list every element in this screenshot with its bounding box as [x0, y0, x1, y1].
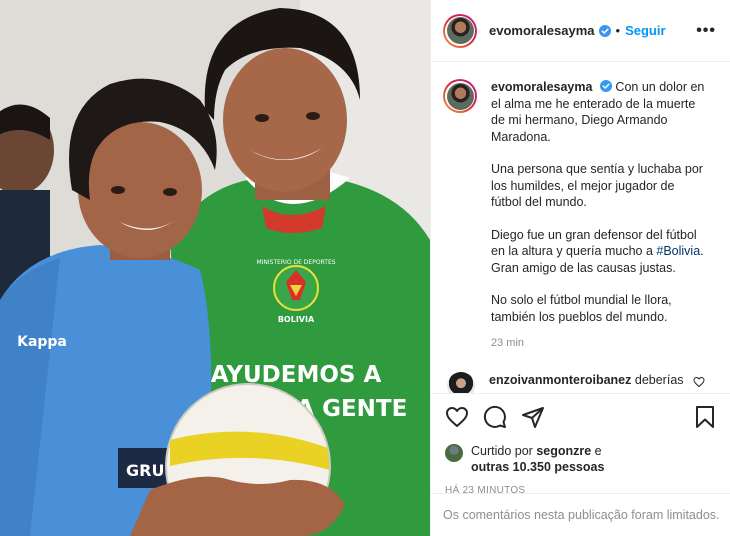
hashtag-link[interactable]: #Bolivia [656, 244, 700, 258]
likes-prefix: Curtido por [471, 444, 537, 458]
caption-paragraph-3: Diego fue un gran defensor del fútbol en… [491, 227, 704, 275]
caption-author-avatar[interactable] [443, 79, 477, 113]
kappa-logo-text: Kappa [17, 334, 67, 350]
caption-username[interactable]: evomoralesayma [491, 80, 592, 94]
caption-text: evomoralesayma Con un dolor en el alma m… [491, 79, 705, 352]
commenter-username[interactable]: enzoivanmonteroibanez [489, 373, 631, 387]
comment-icon[interactable] [483, 405, 507, 429]
share-icon[interactable] [521, 405, 545, 429]
commenter-avatar[interactable] [447, 371, 475, 393]
likes-summary[interactable]: Curtido por segonzre e outras 10.350 pes… [445, 443, 716, 475]
header-separator: • [615, 23, 621, 38]
sleeve-sponsor-text: GRU [126, 461, 164, 480]
bookmark-icon[interactable] [694, 405, 716, 429]
crest-label: BOLIVIA [278, 315, 315, 324]
photo-illustration: BOLIVIA MINISTERIO DE DEPORTES AYUDEMOS … [0, 0, 430, 536]
post-header: evomoralesayma • Seguir ••• [431, 0, 730, 62]
caption-paragraph-2: Una persona que sentía y luchaba por los… [491, 162, 703, 209]
post-photo[interactable]: BOLIVIA MINISTERIO DE DEPORTES AYUDEMOS … [0, 0, 430, 536]
likes-middle: e [591, 444, 602, 458]
comment-text: deberías [634, 372, 684, 387]
crest-top-label: MINISTERIO DE DEPORTES [256, 259, 335, 266]
caption: evomoralesayma Con un dolor en el alma m… [443, 79, 714, 352]
verified-badge-icon [598, 24, 611, 37]
author-avatar[interactable] [443, 13, 477, 48]
more-options-icon[interactable]: ••• [696, 22, 716, 40]
liker-avatar[interactable] [445, 444, 463, 462]
comments-limited-notice: Os comentários nesta publicação foram li… [431, 493, 730, 536]
comments-section[interactable]: evomoralesayma Con un dolor en el alma m… [431, 63, 730, 393]
liker-username[interactable]: segonzre [536, 444, 591, 458]
caption-time: 23 min [491, 337, 525, 349]
post-sidebar: evomoralesayma • Seguir ••• evomoralesay… [430, 0, 730, 536]
likes-others[interactable]: outras 10.350 pessoas [471, 460, 604, 474]
verified-badge-icon [599, 80, 612, 92]
follow-button[interactable]: Seguir [625, 23, 665, 38]
post-actions: Curtido por segonzre e outras 10.350 pes… [431, 393, 730, 496]
caption-paragraph-4: No solo el fútbol mundial le llora, tamb… [491, 293, 672, 324]
comment-item: enzoivanmonteroibanez deberías [443, 371, 714, 393]
author-username[interactable]: evomoralesayma [489, 23, 595, 38]
heart-icon[interactable] [445, 405, 469, 429]
small-heart-icon[interactable] [693, 376, 705, 388]
